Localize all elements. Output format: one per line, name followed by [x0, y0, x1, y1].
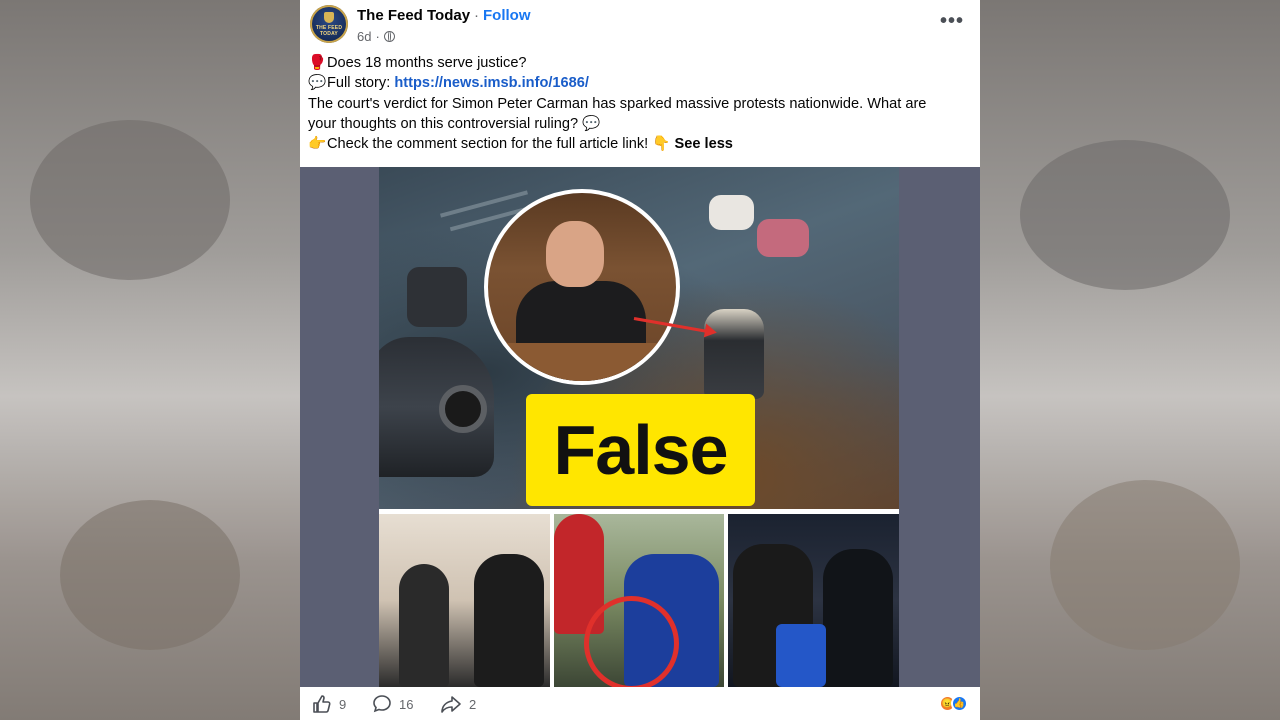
court-portrait: [484, 189, 680, 385]
post-time[interactable]: 6d: [357, 29, 371, 44]
portrait-head: [546, 221, 604, 287]
story-prefix: Full story:: [327, 75, 391, 92]
see-less-button[interactable]: See less: [675, 136, 733, 152]
cta-line: 👉Check the comment section for the full …: [308, 134, 973, 154]
post-media[interactable]: False: [300, 167, 980, 687]
page-avatar[interactable]: THE FEED TODAY: [310, 5, 348, 43]
person-figure: [399, 564, 449, 687]
person-figure: [823, 549, 893, 687]
pointing-right-icon: 👉: [308, 136, 327, 153]
cta-text: Check the comment section for the full a…: [327, 136, 649, 153]
post-header: THE FEED TODAY The Feed Today · Follow 6…: [300, 0, 980, 52]
speech-bubble-icon: 💬: [582, 115, 601, 132]
pointing-down-icon: 👇: [652, 136, 671, 153]
comment-count: 16: [399, 696, 414, 712]
portrait-desk: [488, 343, 676, 381]
thumbnail-photo-3[interactable]: [728, 514, 899, 687]
post-text: 🥊Does 18 months serve justice? 💬Full sto…: [308, 53, 973, 154]
boxing-glove-icon: 🥊: [308, 55, 327, 71]
meta-dot: ·: [375, 29, 380, 44]
main-photo[interactable]: False: [379, 167, 899, 509]
question-line: 🥊Does 18 months serve justice?: [308, 53, 973, 73]
post-meta: 6d ·: [357, 29, 395, 44]
share-count: 2: [469, 696, 477, 712]
blue-shirt-figure: [776, 624, 826, 687]
body-line-2-text: your thoughts on this controversial ruli…: [308, 115, 579, 132]
avatar-emblem-icon: [324, 12, 334, 23]
more-options-button[interactable]: •••: [940, 10, 964, 33]
car-wheel: [439, 385, 487, 433]
share-arrow-icon: [441, 696, 461, 713]
story-link[interactable]: https://news.imsb.info/1686/: [394, 75, 589, 91]
image-collage: False: [379, 167, 899, 687]
separator-dot: ·: [474, 7, 479, 24]
question-text: Does 18 months serve justice?: [327, 55, 527, 71]
body-line-1: The court's verdict for Simon Peter Carm…: [308, 95, 927, 112]
body-line-2: your thoughts on this controversial ruli…: [308, 114, 973, 134]
person-figure: [474, 554, 544, 687]
like-button[interactable]: 9: [312, 694, 346, 714]
red-circle-icon: [584, 596, 679, 687]
follow-button[interactable]: Follow: [483, 7, 531, 24]
avatar-text: THE FEED TODAY: [315, 25, 343, 37]
facebook-post: THE FEED TODAY The Feed Today · Follow 6…: [300, 0, 980, 720]
like-reaction-icon: 👍: [951, 695, 968, 712]
thumbnail-photo-2[interactable]: [554, 514, 724, 687]
share-button[interactable]: 2: [440, 694, 476, 714]
story-line: 💬Full story: https://news.imsb.info/1686…: [308, 73, 973, 93]
background-blur: [30, 120, 230, 280]
background-blur: [1020, 140, 1230, 290]
rider-figure: [704, 309, 764, 399]
thumbs-up-icon: [313, 695, 331, 713]
scooter-figure: [757, 219, 809, 257]
reaction-summary[interactable]: 😠 👍: [939, 695, 968, 712]
background-right: [980, 0, 1280, 720]
background-left: [0, 0, 300, 720]
false-badge: False: [526, 394, 755, 506]
background-blur: [60, 500, 240, 650]
scooter-figure: [407, 267, 467, 327]
post-actions: 9 16 2 😠 👍: [300, 687, 980, 720]
comment-button[interactable]: 16: [372, 694, 413, 714]
globe-icon: [383, 31, 395, 42]
comment-bubble-icon: [373, 695, 391, 713]
page-name[interactable]: The Feed Today: [357, 7, 470, 24]
speech-bubble-icon: 💬: [308, 75, 327, 92]
thumbnail-photo-1[interactable]: [379, 514, 550, 687]
background-blur: [1050, 480, 1240, 650]
like-count: 9: [339, 696, 347, 712]
scooter-figure: [709, 195, 754, 230]
